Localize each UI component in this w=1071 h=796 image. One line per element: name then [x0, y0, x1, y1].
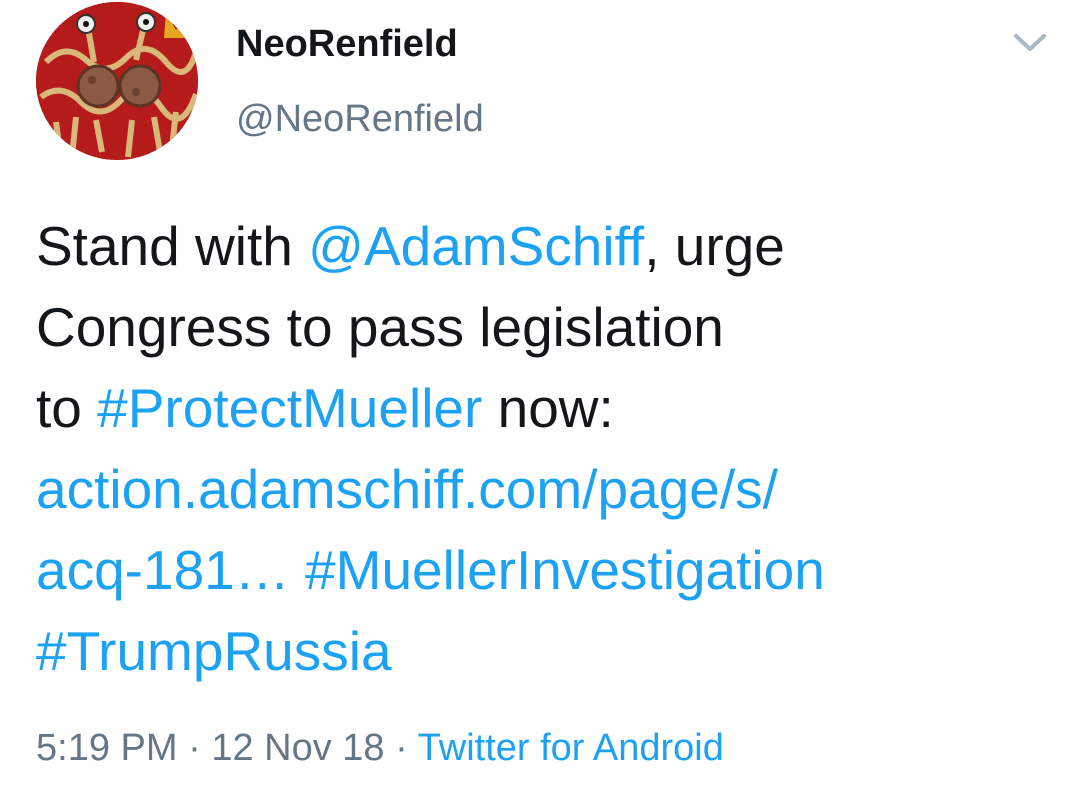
url-link[interactable]: acq-181… [36, 539, 290, 601]
tweet-line: to #ProtectMueller now: [36, 368, 1046, 449]
tweet-line: Congress to pass legislation [36, 287, 1046, 368]
flying-spaghetti-monster-icon [36, 2, 198, 160]
hashtag-link[interactable]: #TrumpRussia [36, 620, 392, 682]
tweet-source-link[interactable]: Twitter for Android [418, 727, 724, 769]
tweet-time[interactable]: 5:19 PM [36, 727, 178, 769]
tweet-text-segment: Stand with [36, 215, 309, 277]
chevron-down-icon[interactable] [1012, 30, 1048, 54]
tweet-text-segment: Congress to pass legislation [36, 296, 724, 358]
tweet-text: Stand with @AdamSchiff, urge Congress to… [36, 206, 1046, 692]
tweet-line: action.adamschiff.com/page/s/ [36, 449, 1046, 530]
tweet-date[interactable]: 12 Nov 18 [211, 727, 384, 769]
tweet-card: NeoRenfield @NeoRenfield Stand with @Ada… [0, 0, 1071, 796]
separator-dot: · [384, 727, 418, 769]
hashtag-link[interactable]: #MuellerInvestigation [305, 539, 825, 601]
tweet-text-segment: now: [482, 377, 614, 439]
avatar[interactable] [36, 2, 198, 160]
tweet-text-segment: to [36, 377, 98, 439]
tweet-text-segment: , urge [644, 215, 785, 277]
display-name[interactable]: NeoRenfield [236, 18, 458, 70]
tweet-line: #TrumpRussia [36, 611, 1046, 692]
tweet-metadata: 5:19 PM · 12 Nov 18 · Twitter for Androi… [36, 722, 724, 774]
user-handle[interactable]: @NeoRenfield [236, 93, 484, 145]
separator-dot: · [177, 727, 212, 769]
url-link[interactable]: action.adamschiff.com/page/s/ [36, 458, 778, 520]
mention-link[interactable]: @AdamSchiff [308, 215, 644, 277]
tweet-line: acq-181… #MuellerInvestigation [36, 530, 1046, 611]
tweet-line: Stand with @AdamSchiff, urge [36, 206, 1046, 287]
hashtag-link[interactable]: #ProtectMueller [97, 377, 482, 439]
